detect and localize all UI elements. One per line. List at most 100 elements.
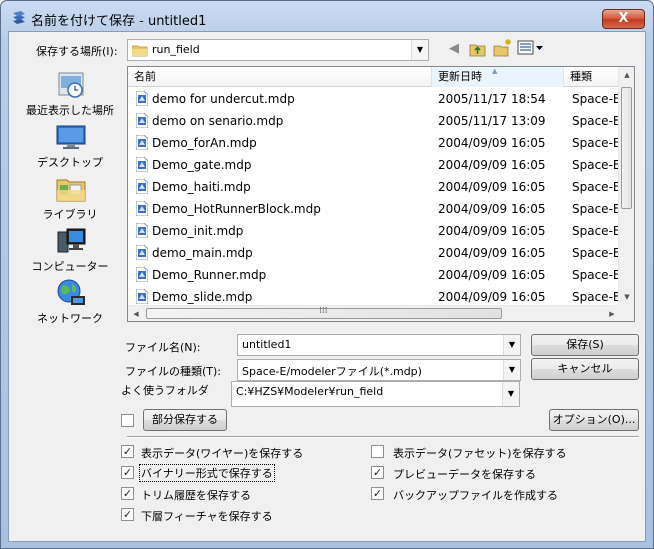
file-list[interactable]: 名前 更新日時 ▲ 種類 demo for undercut.mdp 2005/1… [127, 66, 635, 322]
desktop-icon [56, 125, 86, 149]
mdp-file-icon [136, 267, 148, 282]
file-row[interactable]: demo on senario.mdp 2005/11/17 13:09 Space… [128, 110, 620, 132]
file-type: Space-E/Modeler [572, 202, 620, 216]
app-icon [13, 11, 25, 24]
places-bar: 最近表示した場所 デスクトップ ライブラリ コンピューター ネットワーク [17, 70, 123, 330]
mdp-file-icon [136, 223, 148, 238]
file-name: Demo_forAn.mdp [152, 136, 257, 150]
options-button[interactable]: オプション(O)... [549, 409, 639, 431]
mdp-file-icon [136, 179, 148, 194]
location-label: 保存する場所(I): [36, 45, 118, 58]
file-row[interactable]: Demo_forAn.mdp 2004/09/09 16:05 Space-E/Mo… [128, 132, 620, 154]
filetype-select[interactable]: Space-E/modelerファイル(*.mdp) ▼ [237, 359, 521, 381]
close-button[interactable]: X [602, 9, 645, 29]
file-name: demo on senario.mdp [152, 114, 284, 128]
title-bar[interactable]: 名前を付けて保存 - untitled1 X [1, 1, 653, 31]
chevron-down-icon[interactable]: ▼ [503, 360, 520, 380]
mdp-file-icon [136, 157, 148, 172]
place-recent[interactable]: 最近表示した場所 [17, 70, 123, 120]
computer-icon [57, 228, 86, 253]
chevron-down-icon[interactable]: ▼ [503, 335, 520, 355]
location-combo[interactable]: run_field ▼ [127, 39, 429, 61]
place-label: デスクトップ [37, 156, 103, 169]
filename-input[interactable]: untitled1 ▼ [237, 334, 521, 356]
new-folder-icon[interactable] [493, 38, 513, 58]
file-row[interactable]: Demo_HotRunnerBlock.mdp 2004/09/09 16:05 S… [128, 198, 620, 220]
vertical-scrollbar[interactable]: ▲ ▼ [618, 67, 634, 305]
dialog-client: 保存する場所(I): run_field ▼ ◀ 最近表示した場所 デスクトップ… [8, 31, 646, 542]
display-wire-checkbox[interactable]: ✓ [121, 445, 134, 458]
display-facet-label: 表示データ(ファセット)を保存する [393, 447, 567, 460]
list-header: 名前 更新日時 ▲ 種類 [128, 67, 624, 87]
scroll-up-icon[interactable]: ▲ [619, 67, 634, 83]
file-row[interactable]: Demo_gate.mdp 2004/09/09 16:05 Space-E/Mod… [128, 154, 620, 176]
trim-history-checkbox[interactable]: ✓ [121, 487, 134, 500]
file-type: Space-E/Modeler [572, 290, 620, 304]
mdp-file-icon [136, 135, 148, 150]
horizontal-scroll-thumb[interactable]: ⁞⁞⁞ [146, 306, 502, 319]
file-type: Space-E/Modeler [572, 114, 620, 128]
place-network[interactable]: ネットワーク [17, 278, 123, 328]
chevron-down-icon[interactable]: ▼ [411, 40, 428, 60]
file-date: 2005/11/17 13:09 [438, 114, 546, 128]
file-date: 2004/09/09 16:05 [438, 180, 546, 194]
vertical-scroll-thumb[interactable] [621, 87, 632, 209]
binary-format-checkbox[interactable]: ✓ [121, 466, 134, 479]
file-row[interactable]: demo_main.mdp 2004/09/09 16:05 Space-E/Mod… [128, 242, 620, 264]
column-header-date[interactable]: 更新日時 ▲ [432, 67, 564, 87]
file-name: Demo_gate.mdp [152, 158, 252, 172]
mdp-file-icon [136, 245, 148, 260]
scroll-corner [618, 305, 634, 321]
file-type: Space-E/Modeler [572, 224, 620, 238]
place-computer[interactable]: コンピューター [17, 226, 123, 276]
file-date: 2004/09/09 16:05 [438, 136, 546, 150]
mdp-file-icon [136, 289, 148, 304]
scroll-down-icon[interactable]: ▼ [619, 289, 634, 305]
file-type: Space-E/Modeler [572, 180, 620, 194]
filename-value: untitled1 [242, 338, 292, 351]
trim-history-label: トリム履歴を保存する [141, 489, 251, 502]
place-label: コンピューター [31, 260, 109, 273]
scroll-grip-icon: ⁞⁞⁞ [319, 306, 328, 316]
column-header-name[interactable]: 名前 [128, 67, 432, 87]
file-date: 2004/09/09 16:05 [438, 224, 546, 238]
file-type: Space-E/Modeler [572, 268, 620, 282]
partial-save-checkbox[interactable] [121, 414, 134, 427]
display-wire-label: 表示データ(ワイヤー)を保存する [141, 447, 304, 460]
column-header-type[interactable]: 種類 [564, 67, 624, 87]
place-library[interactable]: ライブラリ [17, 174, 123, 224]
place-desktop[interactable]: デスクトップ [17, 122, 123, 172]
up-folder-icon[interactable] [469, 40, 487, 58]
file-name: Demo_haiti.mdp [152, 180, 251, 194]
library-icon [56, 179, 86, 202]
save-button[interactable]: 保存(S) [531, 334, 639, 356]
scroll-left-icon[interactable]: ◀ [128, 306, 144, 321]
chevron-down-icon[interactable]: ▼ [502, 382, 519, 406]
preview-data-checkbox[interactable]: ✓ [371, 466, 384, 479]
binary-format-label: バイナリー形式で保存する [139, 464, 275, 482]
file-name: Demo_HotRunnerBlock.mdp [152, 202, 321, 216]
backup-file-checkbox[interactable]: ✓ [371, 487, 384, 500]
favorite-folder-combo[interactable]: C:¥HZS¥Modeler¥run_field ▼ [231, 381, 520, 407]
file-name: Demo_slide.mdp [152, 290, 253, 304]
file-row[interactable]: Demo_init.mdp 2004/09/09 16:05 Space-E/Mod… [128, 220, 620, 242]
cancel-button[interactable]: キャンセル [531, 358, 639, 380]
horizontal-scrollbar[interactable]: ◀ ⁞⁞⁞ ▶ [128, 305, 620, 321]
sort-ascending-icon: ▲ [492, 67, 498, 75]
display-facet-checkbox[interactable] [371, 445, 384, 458]
back-arrow-icon[interactable]: ◀ [445, 40, 463, 58]
file-row[interactable]: demo for undercut.mdp 2005/11/17 18:54 Spa… [128, 88, 620, 110]
network-globe-icon [57, 279, 85, 305]
file-date: 2004/09/09 16:05 [438, 202, 546, 216]
partial-save-button[interactable]: 部分保存する [143, 409, 227, 431]
file-date: 2004/09/09 16:05 [438, 268, 546, 282]
file-row[interactable]: Demo_Runner.mdp 2004/09/09 16:05 Space-E/M… [128, 264, 620, 286]
favorite-folder-label: よく使うフォルダ [121, 384, 209, 397]
file-row[interactable]: Demo_haiti.mdp 2004/09/09 16:05 Space-E/Mo… [128, 176, 620, 198]
filename-label: ファイル名(N): [125, 341, 201, 354]
view-menu-icon[interactable] [517, 40, 545, 56]
lower-feature-checkbox[interactable]: ✓ [121, 508, 134, 521]
column-header-date-label: 更新日時 [438, 70, 482, 83]
place-label: 最近表示した場所 [26, 104, 114, 117]
file-date: 2004/09/09 16:05 [438, 158, 546, 172]
